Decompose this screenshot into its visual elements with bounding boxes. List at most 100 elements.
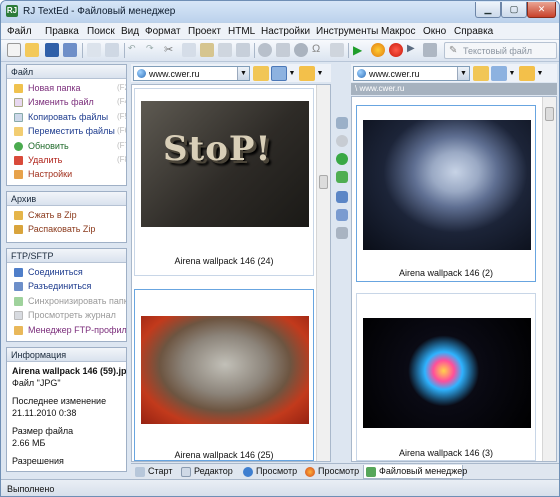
sun-icon[interactable] — [371, 43, 385, 57]
save-all-icon[interactable] — [63, 43, 77, 57]
thumbnail-card-selected[interactable]: Airena wallpack 146 (25) — [134, 289, 314, 461]
delete-x-icon — [14, 155, 23, 165]
copy-icon[interactable] — [182, 43, 196, 57]
menu-project[interactable]: Проект — [188, 26, 221, 37]
right-scroll-thumb[interactable] — [545, 107, 554, 121]
sphere-icon[interactable] — [294, 43, 308, 57]
menu-html[interactable]: HTML — [228, 26, 255, 37]
copy-left-icon[interactable] — [336, 209, 348, 221]
sidebar-item-delete[interactable]: Удалить(F8) — [7, 153, 126, 167]
sidebar-item-view-log[interactable]: Просмотреть журнал — [7, 308, 126, 322]
menu-window[interactable]: Окно — [423, 26, 446, 37]
sidebar-item-copy-files[interactable]: Копировать файлы(F5) — [7, 110, 126, 124]
sidebar-item-unzip[interactable]: Распаковать Zip — [7, 222, 126, 236]
right-path-bar: \ www.cwer.ru — [351, 83, 557, 95]
sidebar-item-new-folder[interactable]: Новая папка(F2) — [7, 81, 126, 95]
app-icon: RJ — [6, 5, 18, 17]
macro-list-icon[interactable] — [423, 43, 437, 57]
delete-icon[interactable] — [218, 43, 232, 57]
info-file-type: Файл "JPG" — [12, 378, 61, 388]
arrow-right-icon[interactable] — [336, 135, 348, 147]
print-preview-icon[interactable] — [105, 43, 119, 57]
sync-arrows-icon — [14, 296, 23, 306]
sidebar-item-sync[interactable]: Синхронизировать папки — [7, 294, 126, 308]
sidebar-item-zip[interactable]: Сжать в Zip — [7, 208, 126, 222]
stop-record-icon[interactable] — [389, 43, 403, 57]
menu-tools[interactable]: Инструменты — [316, 26, 378, 37]
left-scroll-thumb[interactable] — [319, 175, 328, 189]
tab-file-manager[interactable]: Файловый менеджер — [363, 465, 467, 479]
view-menu-chevron-icon[interactable]: ▼ — [507, 66, 517, 81]
chevron-down-icon[interactable]: ▼ — [237, 67, 249, 80]
unzip-icon — [14, 225, 23, 235]
tab-preview-firefox[interactable]: Просмотр — [303, 465, 361, 479]
up-menu-chevron-icon[interactable]: ▼ — [535, 66, 545, 81]
close-button[interactable]: ✕ — [527, 2, 556, 18]
select-all-icon[interactable] — [236, 43, 250, 57]
folder-icon[interactable] — [253, 66, 269, 81]
globe-icon — [137, 69, 146, 78]
right-scrollbar[interactable] — [542, 97, 556, 461]
run-icon[interactable]: ▶ — [353, 43, 367, 57]
paste-icon[interactable] — [200, 43, 214, 57]
up-menu-chevron-icon[interactable]: ▼ — [315, 66, 325, 81]
menu-edit[interactable]: Правка — [45, 26, 79, 37]
disconnect-icon — [14, 282, 23, 292]
menu-macro[interactable]: Макрос — [381, 26, 416, 37]
maximize-button[interactable]: ▢ — [501, 2, 527, 18]
menu-format[interactable]: Формат — [145, 26, 181, 37]
up-folder-icon[interactable] — [299, 66, 315, 81]
menu-settings[interactable]: Настройки — [261, 26, 310, 37]
minimize-button[interactable]: ▁ — [475, 2, 501, 18]
copy-right-icon[interactable] — [336, 191, 348, 203]
view-menu-chevron-icon[interactable]: ▼ — [287, 66, 297, 81]
record-macro-icon[interactable] — [258, 43, 272, 57]
undo-icon[interactable]: ↶ — [128, 43, 142, 57]
sync-icon[interactable] — [336, 227, 348, 239]
menu-search[interactable]: Поиск — [87, 26, 115, 37]
document-tabs: Старт Редактор Просмотр Просмотр Файловы… — [131, 463, 559, 479]
playback-icon[interactable] — [276, 43, 290, 57]
left-scrollbar[interactable] — [316, 85, 330, 461]
folder-icon[interactable] — [473, 66, 489, 81]
chevron-down-icon[interactable]: ▼ — [457, 67, 469, 80]
ie-icon — [243, 467, 253, 477]
menu-view[interactable]: Вид — [121, 26, 139, 37]
image-icon[interactable] — [330, 43, 344, 57]
play-macro-icon[interactable]: ▶ — [407, 43, 421, 57]
new-file-icon[interactable] — [7, 43, 21, 57]
arrow-left-icon[interactable] — [336, 153, 348, 165]
right-address-input[interactable]: www.cwer.ru ▼ — [353, 66, 470, 81]
title-bar[interactable]: RJ RJ TextEd - Файловый менеджер ▁ ▢ ✕ — [1, 1, 559, 22]
sidebar-item-disconnect[interactable]: Разъединиться — [7, 279, 126, 293]
up-folder-icon[interactable] — [519, 66, 535, 81]
sidebar-item-connect[interactable]: Соединиться — [7, 265, 126, 279]
sidebar-item-move-files[interactable]: Переместить файлы(F6) — [7, 124, 126, 138]
menu-help[interactable]: Справка — [454, 26, 493, 37]
sidebar-item-edit-file[interactable]: Изменить файл(F4) — [7, 95, 126, 109]
swap-icon[interactable] — [336, 171, 348, 183]
thumbnail-card[interactable]: StoP! Airena wallpack 146 (24) — [134, 88, 314, 276]
menu-file[interactable]: Файл — [7, 26, 32, 37]
save-icon[interactable] — [45, 43, 59, 57]
print-icon[interactable] — [87, 43, 101, 57]
tab-start[interactable]: Старт — [133, 465, 175, 479]
open-folder-icon[interactable] — [25, 43, 39, 57]
compare-icon[interactable] — [336, 117, 348, 129]
left-address-bar: www.cwer.ru ▼ ▼ ▼ — [131, 64, 331, 82]
omega-icon[interactable]: Ω — [312, 43, 326, 57]
sidebar-item-ftp-profiles[interactable]: Менеджер FTP-профилей — [7, 323, 126, 337]
file-type-dropdown[interactable]: ✎ Текстовый файл — [444, 42, 557, 59]
sidebar-item-settings[interactable]: Настройки — [7, 167, 126, 181]
new-folder-icon — [14, 84, 23, 93]
cut-icon[interactable]: ✂ — [164, 43, 178, 57]
thumbnail-card[interactable]: Airena wallpack 146 (3) — [356, 293, 536, 461]
left-address-input[interactable]: www.cwer.ru ▼ — [133, 66, 250, 81]
sidebar-item-refresh[interactable]: Обновить(F7) — [7, 139, 126, 153]
thumbnail-card-selected[interactable]: Airena wallpack 146 (2) — [356, 105, 536, 282]
tab-editor[interactable]: Редактор — [179, 465, 237, 479]
tab-preview-ie[interactable]: Просмотр — [241, 465, 299, 479]
thumbnail-view-icon[interactable] — [271, 66, 287, 81]
redo-icon[interactable]: ↷ — [146, 43, 160, 57]
thumbnail-view-icon[interactable] — [491, 66, 507, 81]
